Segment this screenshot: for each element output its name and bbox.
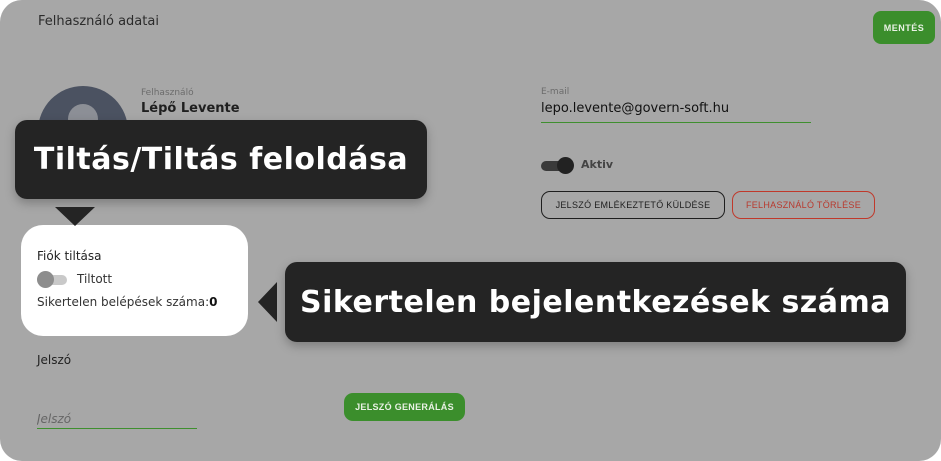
email-field[interactable]: lepo.levente@govern-soft.hu xyxy=(541,101,729,116)
send-password-reminder-button[interactable]: JELSZÓ EMLÉKEZTETŐ KÜLDÉSE xyxy=(541,191,725,219)
account-lock-toggle[interactable] xyxy=(37,271,69,289)
password-input[interactable] xyxy=(37,410,197,429)
failed-logins-row: Sikertelen belépések száma:0 xyxy=(37,295,217,309)
save-button[interactable]: MENTÉS xyxy=(873,11,935,44)
account-lock-panel: Fiók tiltása Tiltott Sikertelen belépése… xyxy=(21,225,248,336)
account-lock-toggle-label: Tiltott xyxy=(77,272,113,286)
account-lock-title: Fiók tiltása xyxy=(37,249,102,263)
failed-logins-label: Sikertelen belépések száma: xyxy=(37,295,210,309)
account-lock-toggle-knob xyxy=(37,271,54,288)
active-label: Aktiv xyxy=(581,158,614,171)
active-toggle[interactable] xyxy=(541,157,574,175)
failed-logins-tooltip: Sikertelen bejelentkezések száma xyxy=(285,262,906,342)
email-label: E-mail xyxy=(541,87,570,97)
username-label: Felhasználó xyxy=(141,88,194,98)
active-toggle-knob xyxy=(557,157,574,174)
password-section-label: Jelszó xyxy=(37,353,72,367)
dimmed-page: Felhasználó adatai MENTÉS Felhasználó Lé… xyxy=(0,0,941,461)
generate-password-button[interactable]: JELSZÓ GENERÁLÁS xyxy=(344,393,465,421)
section-title: Felhasználó adatai xyxy=(38,14,159,29)
email-underline xyxy=(541,122,811,123)
lock-toggle-tooltip: Tiltás/Tiltás feloldása xyxy=(15,120,427,199)
tooltip-arrow-down xyxy=(55,207,95,226)
tooltip-arrow-left xyxy=(258,282,277,322)
username-value: Lépő Levente xyxy=(141,101,240,116)
delete-user-button[interactable]: FELHASZNÁLÓ TÖRLÉSE xyxy=(732,191,875,219)
failed-logins-count: 0 xyxy=(209,295,218,309)
